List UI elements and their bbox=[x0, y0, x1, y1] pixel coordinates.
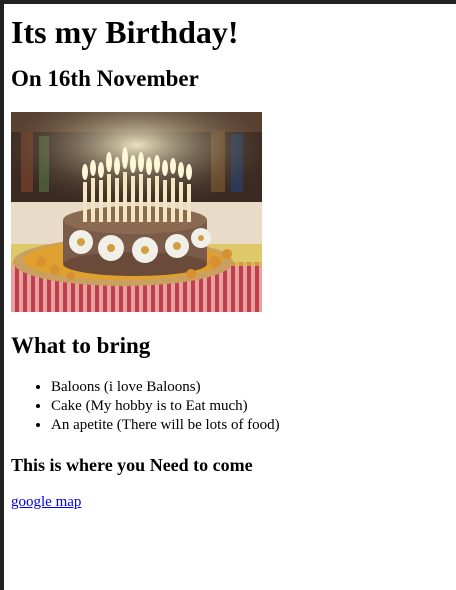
window-left-border bbox=[0, 0, 4, 590]
date-heading: On 16th November bbox=[11, 66, 199, 91]
bring-list: Baloons (i love Baloons) Cake (My hobby … bbox=[11, 378, 451, 435]
page-title: Its my Birthday! bbox=[11, 14, 239, 50]
what-to-bring-heading: What to bring bbox=[11, 333, 151, 358]
birthday-cake-image bbox=[11, 112, 262, 312]
page-content: Its my Birthday! On 16th November What t… bbox=[11, 4, 451, 512]
google-map-link[interactable]: google map bbox=[11, 493, 81, 512]
where-heading: This is where you Need to come bbox=[11, 455, 253, 475]
list-item: An apetite (There will be lots of food) bbox=[51, 416, 451, 435]
list-item: Cake (My hobby is to Eat much) bbox=[51, 397, 451, 416]
list-item: Baloons (i love Baloons) bbox=[51, 378, 451, 397]
